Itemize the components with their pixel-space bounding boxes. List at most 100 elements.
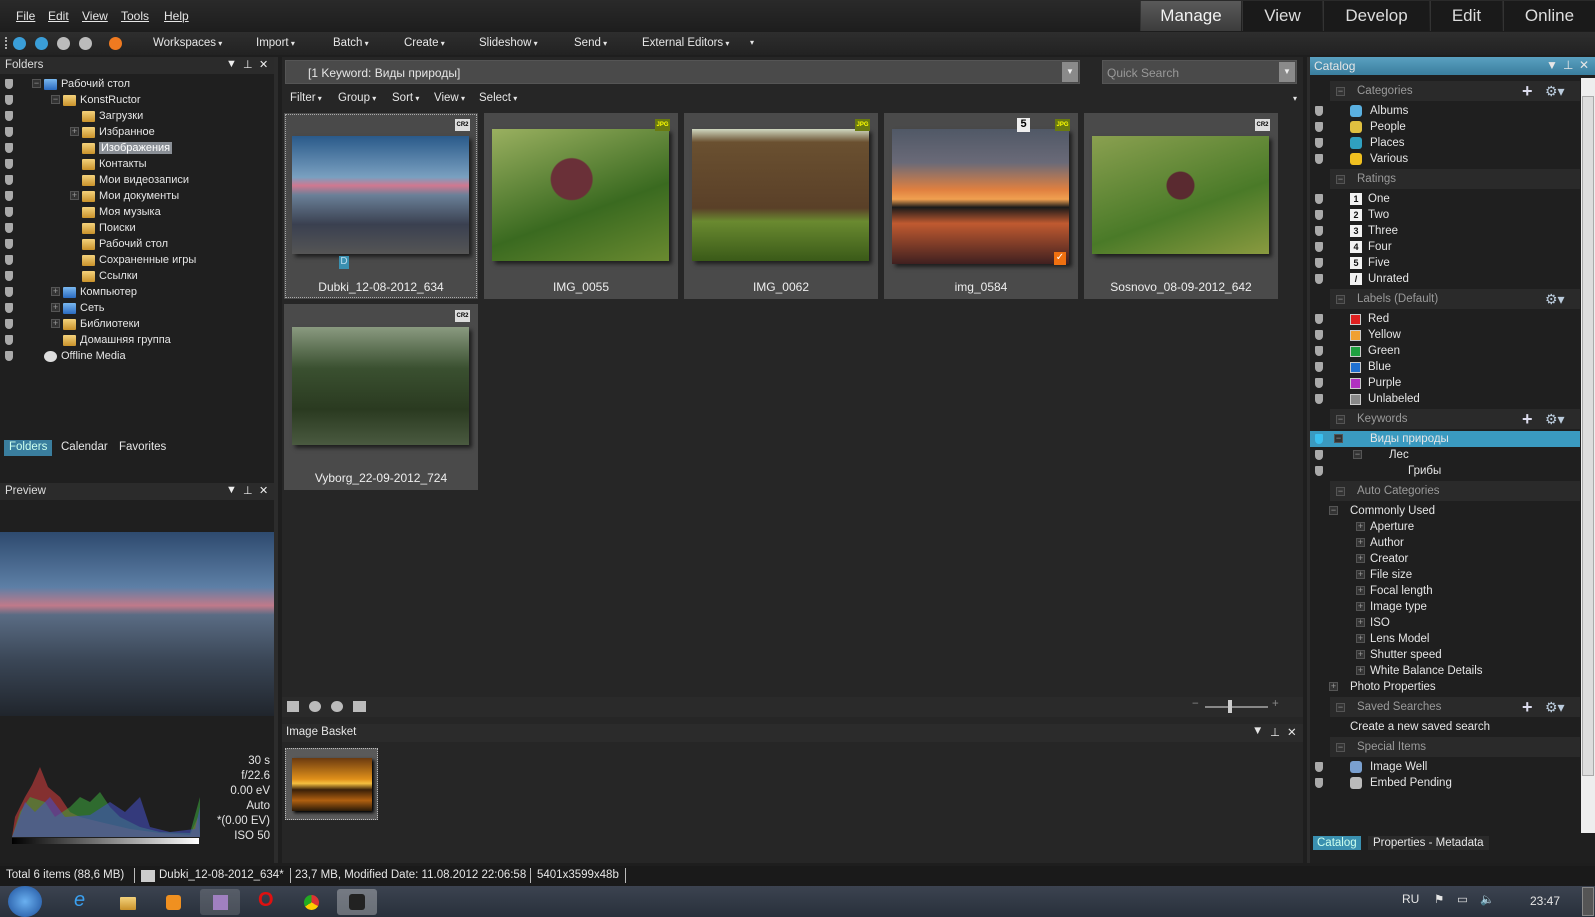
collapse-icon[interactable]: − xyxy=(1336,702,1345,712)
catalog-item[interactable]: Various xyxy=(1310,151,1580,167)
toolbar-batch[interactable]: Batch xyxy=(333,37,369,49)
add-icon[interactable]: + xyxy=(1522,81,1533,102)
volume-icon[interactable]: 🔈 xyxy=(1480,892,1494,906)
mode-tab-view[interactable]: View xyxy=(1242,1,1322,31)
pin-marker[interactable] xyxy=(5,335,13,345)
catalog-item[interactable]: + White Balance Details xyxy=(1310,663,1580,679)
section-saved-searches[interactable]: − Saved Searches + ⚙▾ xyxy=(1330,697,1580,717)
scrollbar-thumb[interactable] xyxy=(1582,96,1594,776)
rotate-right-icon[interactable] xyxy=(331,701,343,712)
pin-marker[interactable] xyxy=(1315,258,1323,268)
expand-icon[interactable]: + xyxy=(1356,522,1365,531)
grid-options-icon[interactable]: ▾ xyxy=(1293,94,1297,103)
filter-select[interactable]: Select ▾ xyxy=(479,92,517,104)
pin-marker[interactable] xyxy=(1315,762,1323,772)
dropdown-icon[interactable]: ▼ xyxy=(226,484,237,496)
pin-marker[interactable] xyxy=(5,287,13,297)
folder-item[interactable]: Сеть xyxy=(63,300,104,316)
catalog-item[interactable]: + Image type xyxy=(1310,599,1580,615)
expand-icon[interactable]: + xyxy=(1356,538,1365,547)
collapse-icon[interactable]: − xyxy=(51,95,60,104)
tagged-checkbox[interactable]: ✓ xyxy=(1054,252,1066,265)
expand-icon[interactable]: + xyxy=(70,127,79,136)
pin-marker[interactable] xyxy=(1315,194,1323,204)
menu-view[interactable]: View xyxy=(82,9,108,23)
pin-marker[interactable] xyxy=(1315,466,1323,476)
gear-icon[interactable]: ⚙▾ xyxy=(1545,83,1565,100)
expand-icon[interactable]: + xyxy=(1356,634,1365,643)
acdsee-icon[interactable] xyxy=(109,37,122,50)
catalog-item[interactable]: 3 Three xyxy=(1310,223,1580,239)
expand-icon[interactable]: + xyxy=(1356,602,1365,611)
dropdown-icon[interactable]: ▼ xyxy=(226,58,237,70)
pin-icon[interactable]: ⊥ xyxy=(1563,58,1573,72)
collapse-icon[interactable]: − xyxy=(1334,434,1343,443)
folder-item[interactable]: Мои документы xyxy=(82,188,179,204)
expand-icon[interactable]: + xyxy=(1329,682,1338,691)
mode-tab-online[interactable]: Online xyxy=(1503,1,1595,31)
ie-icon[interactable]: e xyxy=(64,889,98,915)
pin-marker[interactable] xyxy=(1315,106,1323,116)
section-ratings[interactable]: − Ratings xyxy=(1330,169,1580,189)
folder-item[interactable]: Контакты xyxy=(82,156,147,172)
folder-item[interactable]: Рабочий стол xyxy=(44,76,130,92)
catalog-item[interactable]: 4 Four xyxy=(1310,239,1580,255)
pin-marker[interactable] xyxy=(5,207,13,217)
chrome-icon[interactable] xyxy=(294,889,328,915)
pin-marker[interactable] xyxy=(1315,450,1323,460)
up-icon[interactable] xyxy=(79,37,92,50)
dropdown-icon[interactable]: ▼ xyxy=(1546,58,1558,72)
close-icon[interactable]: ✕ xyxy=(259,484,268,497)
pin-icon[interactable]: ⊥ xyxy=(1270,725,1280,739)
section-special-items[interactable]: − Special Items xyxy=(1330,737,1580,757)
pin-marker[interactable] xyxy=(5,351,13,361)
toolbar-workspaces[interactable]: Workspaces xyxy=(153,37,222,49)
start-button[interactable] xyxy=(8,886,42,917)
thumbnail[interactable]: CR2 D Dubki_12-08-2012_634 xyxy=(284,113,478,299)
basket-item[interactable] xyxy=(285,748,378,820)
catalog-item[interactable]: + Author xyxy=(1310,535,1580,551)
folder-item[interactable]: Сохраненные игры xyxy=(82,252,196,268)
toolbar-send[interactable]: Send xyxy=(574,37,607,49)
tab-catalog[interactable]: Catalog xyxy=(1313,836,1361,850)
thumbnail[interactable]: JPG 5 ✓ img_0584 xyxy=(884,113,1078,299)
catalog-item[interactable]: − Виды природы xyxy=(1310,431,1580,447)
catalog-item[interactable]: Embed Pending xyxy=(1310,775,1580,791)
quick-search-input[interactable]: Quick Search ▼ xyxy=(1102,60,1297,84)
home-icon[interactable] xyxy=(13,37,26,50)
close-icon[interactable]: ✕ xyxy=(1287,725,1297,739)
pin-marker[interactable] xyxy=(1315,154,1323,164)
menu-edit[interactable]: Edit xyxy=(48,9,69,23)
catalog-item[interactable]: Create a new saved search xyxy=(1310,719,1580,735)
mode-tab-develop[interactable]: Develop xyxy=(1323,1,1429,31)
catalog-scrollbar[interactable] xyxy=(1581,78,1595,833)
pin-marker[interactable] xyxy=(1315,210,1323,220)
catalog-item[interactable]: 5 Five xyxy=(1310,255,1580,271)
rotate-icon[interactable] xyxy=(287,701,299,712)
catalog-item[interactable]: Unlabeled xyxy=(1310,391,1580,407)
section-auto-categories[interactable]: − Auto Categories xyxy=(1330,481,1580,501)
pin-marker[interactable] xyxy=(1315,378,1323,388)
back-icon[interactable] xyxy=(35,37,48,50)
folder-item[interactable]: Изображения xyxy=(82,140,173,156)
explorer-icon[interactable] xyxy=(110,889,144,915)
section-labels-default[interactable]: − Labels (Default) ⚙▾ xyxy=(1330,289,1580,309)
tab-folders[interactable]: Folders xyxy=(4,440,53,456)
menu-file[interactable]: File xyxy=(16,9,35,23)
mode-tab-manage[interactable]: Manage xyxy=(1140,1,1241,31)
thumbnail[interactable]: CR2 Sosnovo_08-09-2012_642 xyxy=(1084,113,1278,299)
catalog-item[interactable]: Places xyxy=(1310,135,1580,151)
catalog-item[interactable]: + Lens Model xyxy=(1310,631,1580,647)
tab-calendar[interactable]: Calendar xyxy=(56,440,113,456)
catalog-item[interactable]: Image Well xyxy=(1310,759,1580,775)
toolbar-import[interactable]: Import xyxy=(256,37,295,49)
collapse-icon[interactable]: − xyxy=(1336,86,1345,96)
filter-filter[interactable]: Filter ▾ xyxy=(290,92,322,104)
expand-icon[interactable]: + xyxy=(1356,586,1365,595)
pin-marker[interactable] xyxy=(5,223,13,233)
filter-group[interactable]: Group ▾ xyxy=(338,92,376,104)
catalog-item[interactable]: Purple xyxy=(1310,375,1580,391)
expand-icon[interactable]: + xyxy=(51,303,60,312)
pin-marker[interactable] xyxy=(1315,346,1323,356)
collapse-icon[interactable]: − xyxy=(1336,174,1345,184)
